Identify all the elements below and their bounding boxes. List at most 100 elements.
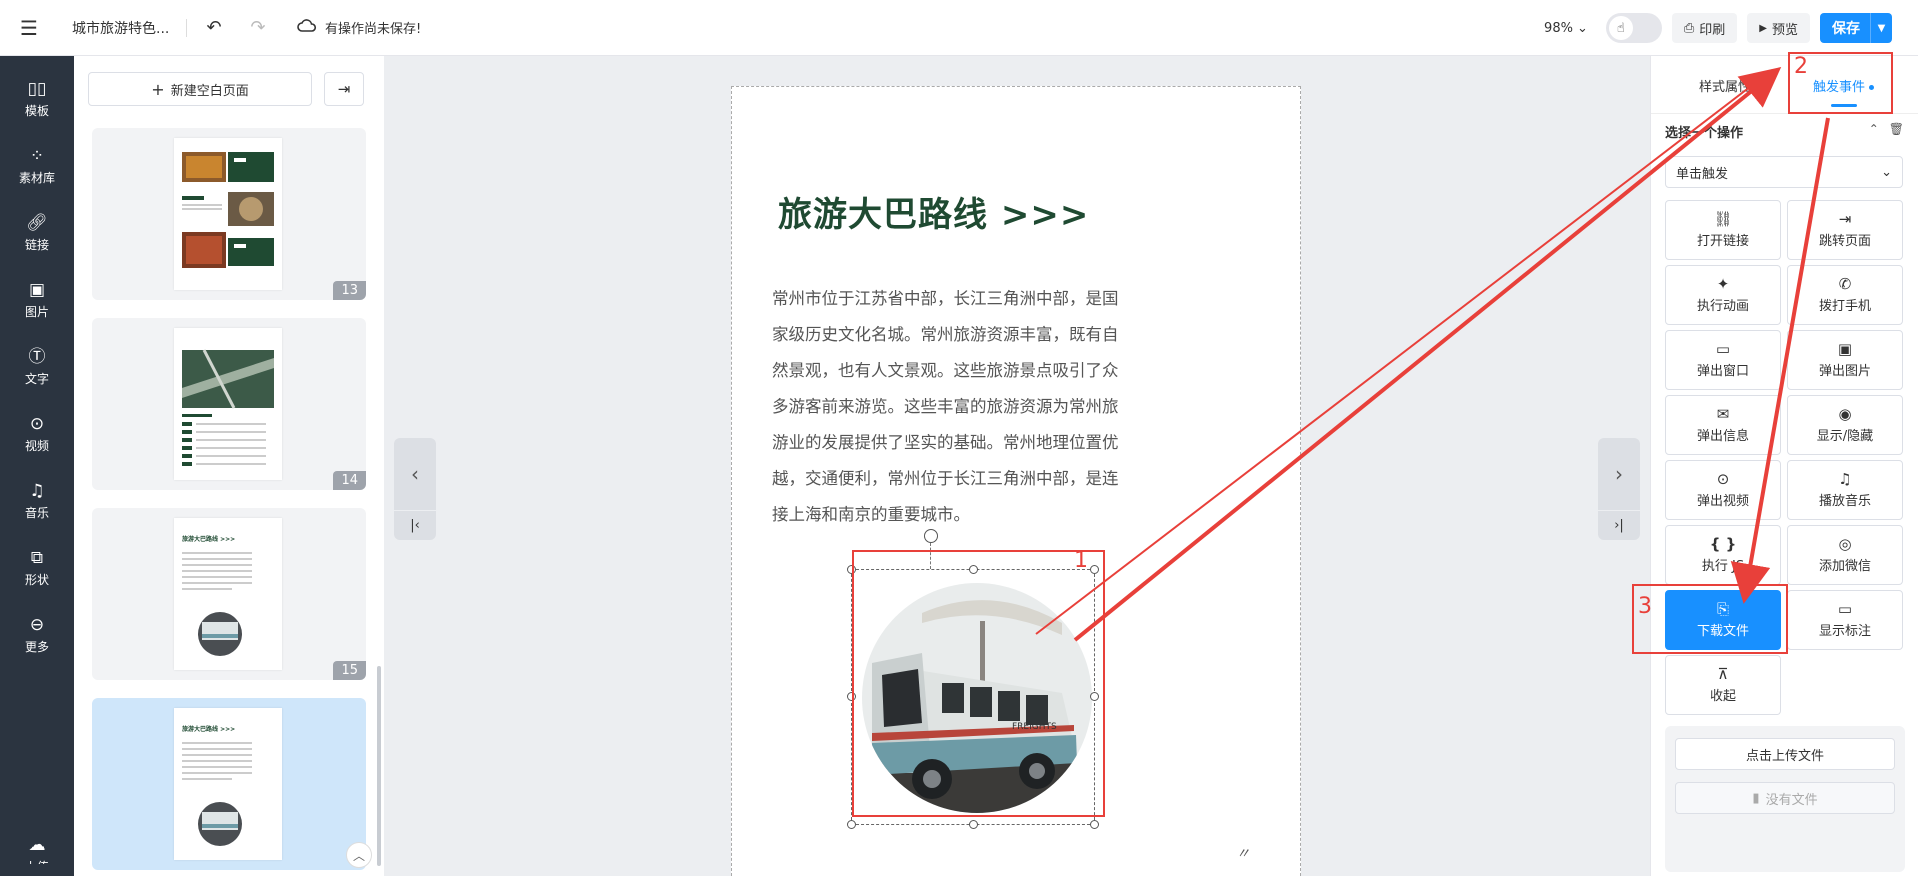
sidebar-item-template[interactable]: ▯▯ 模板: [0, 66, 74, 133]
preview-button[interactable]: ▶ 预览: [1747, 13, 1810, 43]
sidebar-item-label: 链接: [24, 238, 49, 252]
last-page-icon: ›|: [1614, 518, 1624, 533]
touch-mode-toggle[interactable]: ☝: [1605, 13, 1662, 43]
action-label: 播放音乐: [1818, 494, 1871, 509]
sidebar-item-label: 形状: [24, 573, 49, 587]
resize-handle[interactable]: [847, 820, 856, 829]
sidebar-item-label: 音乐: [24, 506, 49, 520]
first-page-icon: |‹: [410, 518, 420, 533]
page-thumbnail[interactable]: 13: [92, 128, 366, 300]
jump-page-icon: ⇥: [1838, 210, 1852, 228]
action-label: 添加微信: [1818, 559, 1871, 574]
cloud-icon: [297, 18, 317, 38]
document-title[interactable]: 城市旅游特色...: [72, 18, 172, 38]
zoom-value: 98%: [1544, 20, 1573, 36]
sidebar-item-more[interactable]: ⊖ 更多: [0, 602, 74, 669]
action-show-annotation[interactable]: ▭ 显示标注: [1787, 590, 1903, 650]
sidebar-item-upload[interactable]: ☁ 上传: [0, 836, 74, 876]
annotation-box-action: [1632, 584, 1788, 654]
sidebar-item-label: 更多: [24, 640, 49, 654]
no-file-button: ▮ 没有文件: [1675, 782, 1895, 814]
sidebar-item-label: 素材库: [18, 171, 55, 185]
sidebar-item-image[interactable]: ▣ 图片: [0, 267, 74, 334]
sidebar-item-label: 上传: [25, 858, 49, 864]
properties-panel: 样式属性 触发事件 选择一个操作 ⌃ 🗑︎ 单击触发 ⌄ ⛓︎ 打开链接 ⇥ 跳转页…: [1650, 56, 1918, 876]
trash-icon[interactable]: 🗑︎: [1889, 122, 1904, 136]
new-page-label: 新建空白页面: [170, 83, 249, 99]
action-popup-message[interactable]: ✉ 弹出信息: [1665, 395, 1781, 455]
sidebar-item-link[interactable]: 🔗︎ 链接: [0, 200, 74, 267]
link-icon: ⛓︎: [1713, 210, 1733, 228]
annotation-label-1: 1: [1074, 548, 1088, 573]
sidebar-item-text[interactable]: Ⓣ 文字: [0, 334, 74, 401]
sidebar-item-music[interactable]: ♫ 音乐: [0, 468, 74, 535]
sidebar-item-material[interactable]: ⁘ 素材库: [0, 133, 74, 200]
page-heading[interactable]: 旅游大巴路线 >>>: [778, 187, 1089, 236]
upload-icon: ☁: [28, 835, 46, 855]
action-call-phone[interactable]: ✆ 拨打手机: [1787, 265, 1903, 325]
action-label: 弹出视频: [1696, 494, 1749, 509]
action-add-wechat[interactable]: ◎ 添加微信: [1787, 525, 1903, 585]
action-collapse[interactable]: ⊼ 收起: [1665, 655, 1781, 715]
upload-file-button[interactable]: 点击上传文件: [1675, 738, 1895, 770]
prev-page-button[interactable]: ‹: [394, 438, 436, 510]
print-button[interactable]: ⎙ 印刷: [1671, 13, 1738, 43]
page-list-panel: + 新建空白页面 ⇥ 13 14 旅游大巴路线 >>> 15 旅游大巴路线 >>…: [74, 56, 384, 876]
rotate-handle[interactable]: [924, 529, 938, 543]
comment-icon: ▭: [1837, 600, 1853, 618]
action-label: 跳转页面: [1818, 234, 1871, 249]
action-run-js[interactable]: { } 执行 JS: [1665, 525, 1781, 585]
action-open-link[interactable]: ⛓︎ 打开链接: [1665, 200, 1781, 260]
action-run-animation[interactable]: ✦ 执行动画: [1665, 265, 1781, 325]
print-label: 印刷: [1699, 22, 1726, 38]
action-popup-image[interactable]: ▣ 弹出图片: [1787, 330, 1903, 390]
page-thumbnail-active[interactable]: 旅游大巴路线 >>>: [92, 698, 366, 870]
new-blank-page-button[interactable]: + 新建空白页面: [88, 72, 312, 106]
music-icon: ♫: [1838, 470, 1852, 488]
sidebar-item-shape[interactable]: ⧉ 形状: [0, 535, 74, 602]
page-thumbnail[interactable]: 旅游大巴路线 >>> 15: [92, 508, 366, 680]
tab-style-properties[interactable]: 样式属性: [1699, 76, 1751, 95]
action-jump-page[interactable]: ⇥ 跳转页面: [1787, 200, 1903, 260]
page-number-badge: 14: [333, 471, 366, 490]
play-icon: ▶: [1759, 22, 1767, 34]
first-page-button[interactable]: |‹: [394, 510, 436, 540]
eye-icon: ◉: [1838, 405, 1852, 423]
chevron-down-icon[interactable]: ▼: [1870, 13, 1892, 43]
resize-handle[interactable]: [1090, 820, 1099, 829]
last-page-button[interactable]: ›|: [1598, 510, 1640, 540]
wechat-icon: ◎: [1838, 535, 1852, 553]
chevron-left-icon: ‹: [411, 462, 419, 486]
collapse-icon: ⊼: [1717, 665, 1729, 683]
zoom-dropdown[interactable]: 98% ⌄: [1544, 21, 1588, 36]
video-icon: ⊙: [29, 414, 45, 434]
import-icon: ⇥: [337, 80, 351, 98]
section-title: 选择一个操作: [1665, 126, 1744, 141]
action-label: 弹出信息: [1696, 429, 1749, 444]
page-body-text[interactable]: 常州市位于江苏省中部，长江三角洲中部，是国家级历史文化名城。常州旅游资源丰富，既…: [772, 281, 1134, 533]
file-upload-area: 点击上传文件 ▮ 没有文件: [1665, 726, 1905, 872]
page-list-scrollbar[interactable]: [377, 666, 381, 866]
sidebar-item-video[interactable]: ⊙ 视频: [0, 401, 74, 468]
action-popup-video[interactable]: ⊙ 弹出视频: [1665, 460, 1781, 520]
action-label: 显示标注: [1818, 624, 1871, 639]
page-preview: 旅游大巴路线 >>>: [174, 518, 282, 670]
menu-icon[interactable]: ☰: [0, 0, 58, 56]
scroll-top-button[interactable]: ︿: [346, 842, 372, 868]
import-page-button[interactable]: ⇥: [324, 72, 364, 106]
undo-icon[interactable]: ↶: [201, 15, 227, 41]
next-page-button[interactable]: ›: [1598, 438, 1640, 510]
redo-icon[interactable]: ↷: [245, 15, 271, 41]
action-popup-window[interactable]: ▭ 弹出窗口: [1665, 330, 1781, 390]
action-play-music[interactable]: ♫ 播放音乐: [1787, 460, 1903, 520]
save-button[interactable]: 保存 ▼: [1820, 13, 1892, 43]
resize-handle[interactable]: [969, 820, 978, 829]
collapse-up-icon[interactable]: ⌃: [1869, 122, 1879, 136]
trigger-type-select[interactable]: 单击触发 ⌄: [1665, 156, 1903, 188]
page-preview: [174, 328, 282, 480]
annotation-label-2: 2: [1794, 54, 1808, 79]
sparkle-icon: ✦: [1716, 275, 1730, 293]
page-thumbnail[interactable]: 14: [92, 318, 366, 490]
printer-icon: ⎙: [1683, 20, 1695, 36]
action-show-hide[interactable]: ◉ 显示/隐藏: [1787, 395, 1903, 455]
